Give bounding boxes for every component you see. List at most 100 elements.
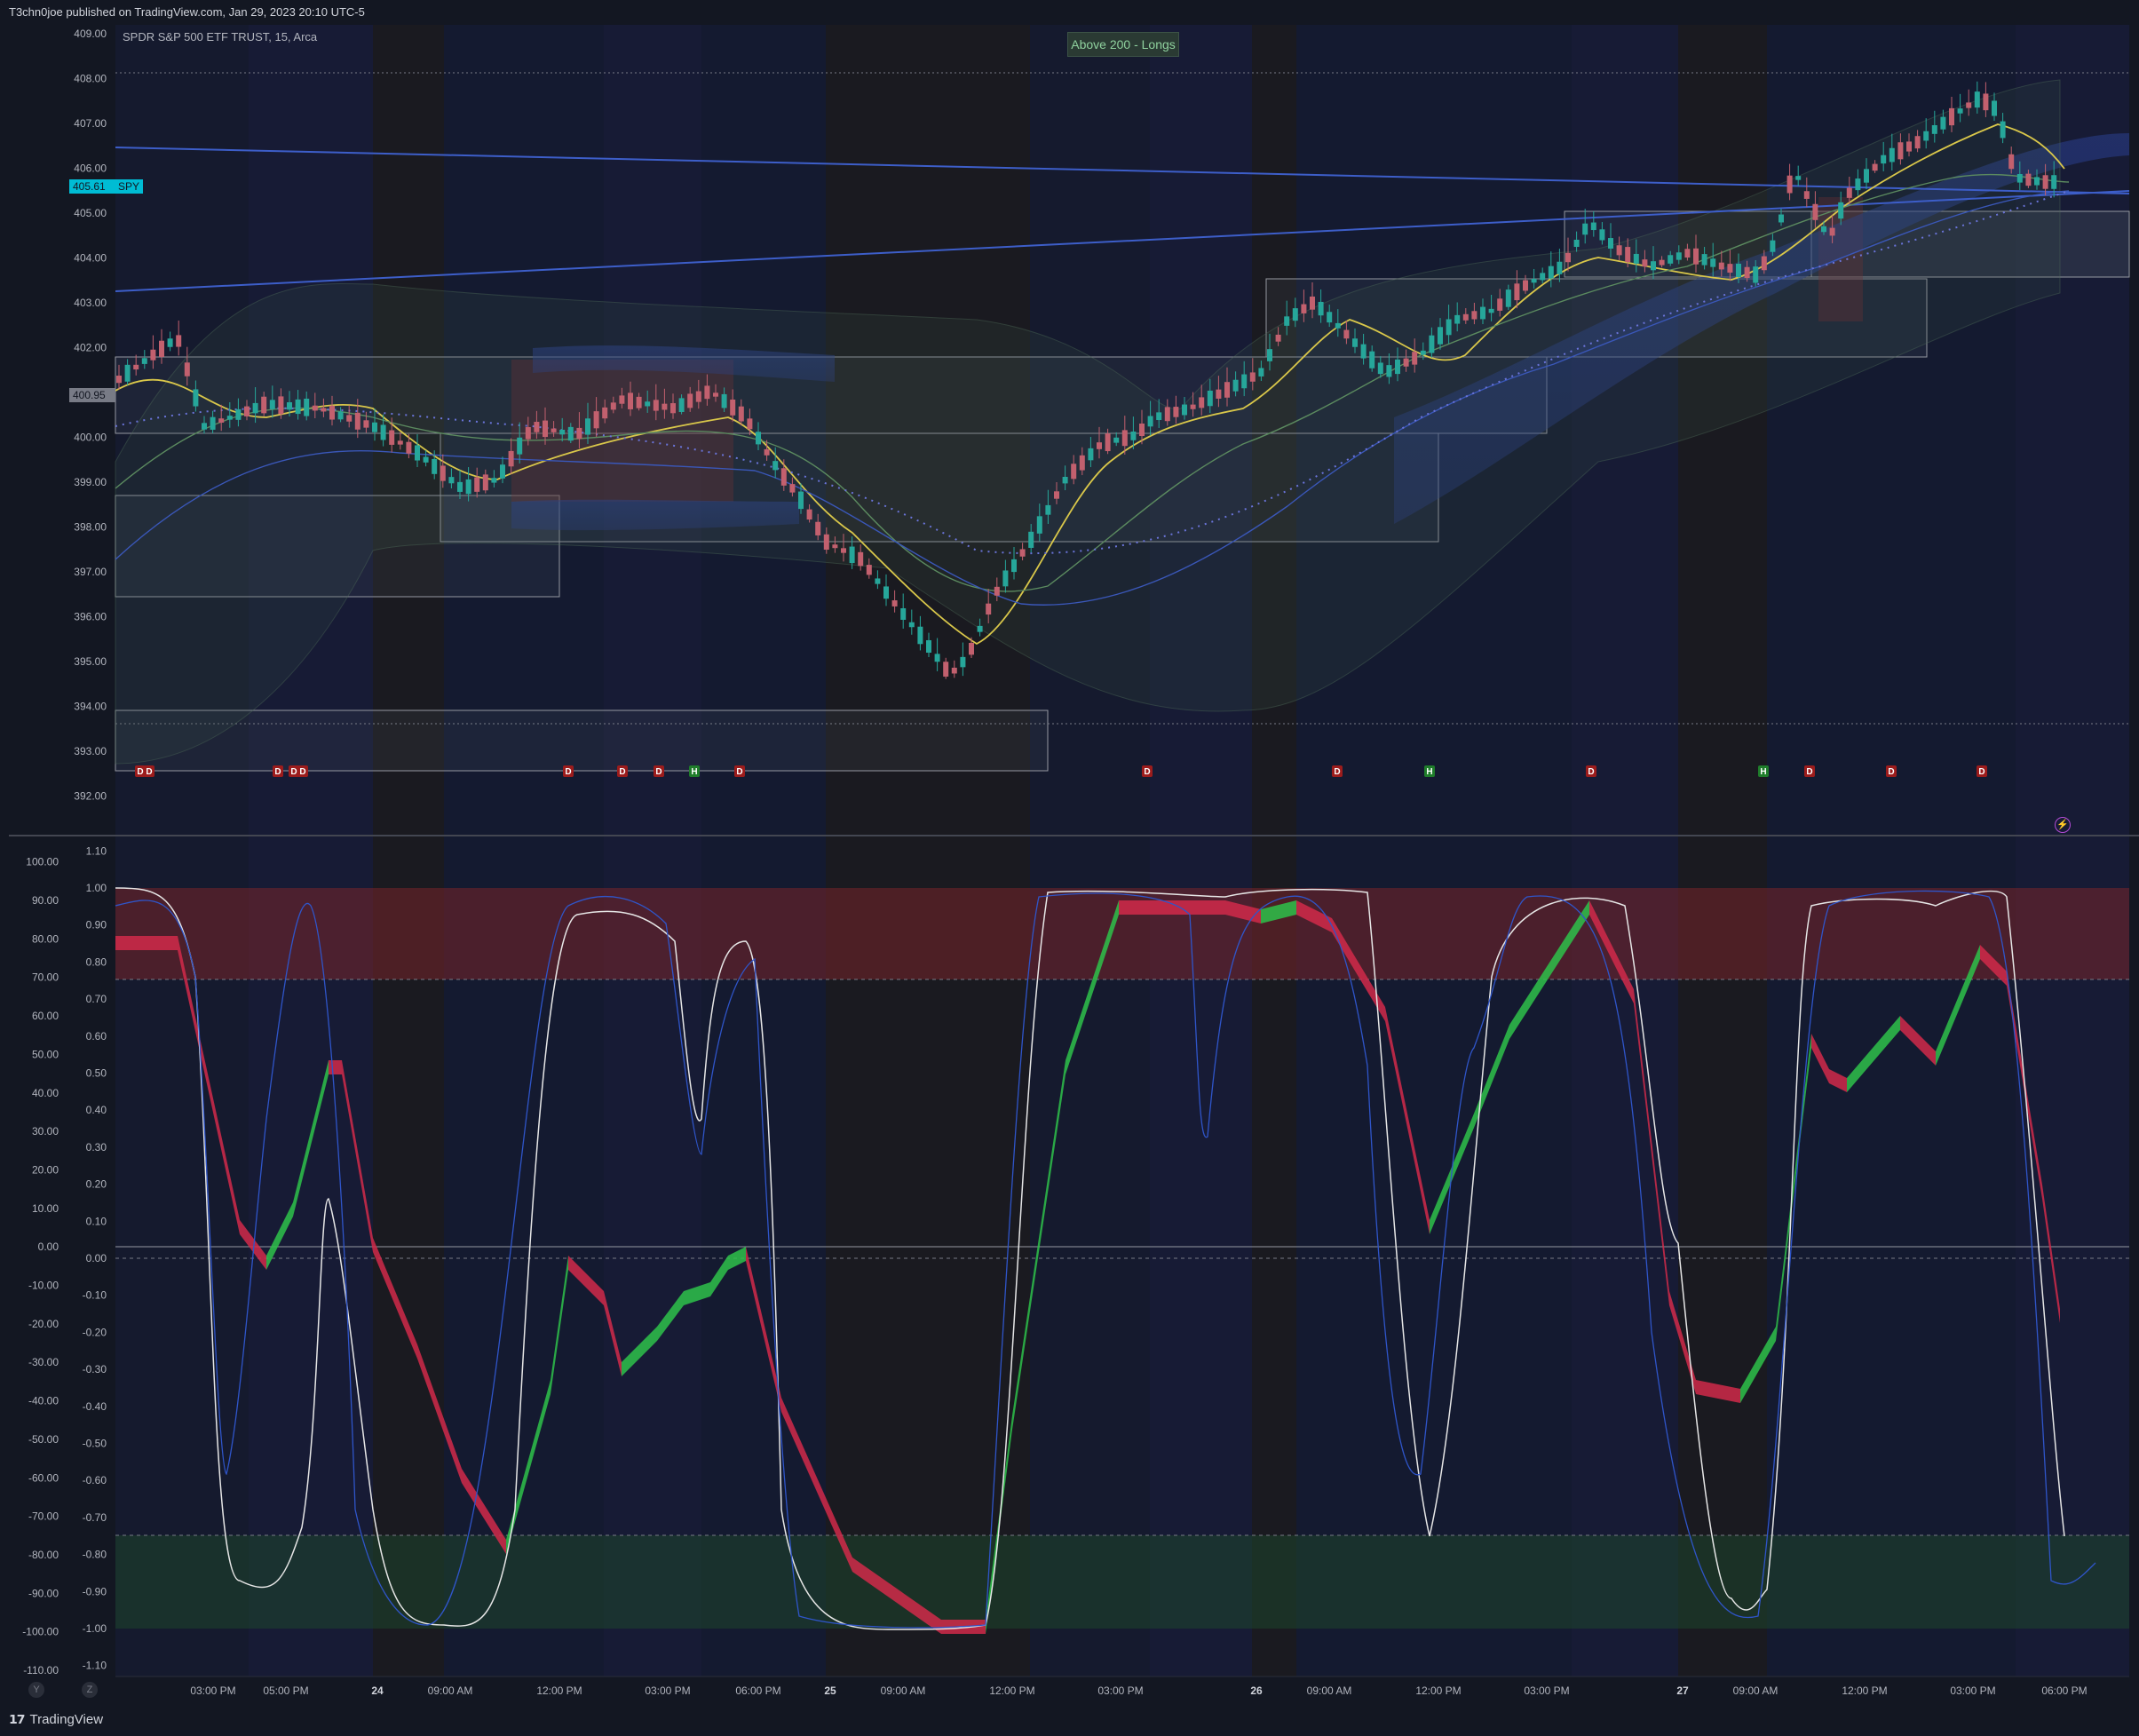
- candle-body: [1846, 187, 1852, 198]
- candle-body: [1693, 248, 1699, 265]
- momentum-ribbon-segment: [329, 1060, 342, 1074]
- candle-body: [1045, 504, 1051, 515]
- candle-body: [167, 338, 173, 347]
- candle-body: [994, 586, 1000, 596]
- osc-left-axis-label: -0.20: [83, 1326, 107, 1338]
- candle-body: [1310, 296, 1315, 310]
- candle-body: [363, 420, 369, 428]
- price-axis-label: 409.00: [74, 28, 107, 40]
- candle-body: [1011, 559, 1017, 573]
- candle-body: [1779, 214, 1784, 223]
- alert-lightning-icon[interactable]: ⚡: [2055, 817, 2071, 833]
- marker-label: D: [655, 767, 662, 777]
- marker-label: D: [1806, 767, 1812, 777]
- toggle-z-button[interactable]: Z: [82, 1682, 98, 1698]
- chart-canvas[interactable]: 409.00 408.00 407.00 406.00 405.00 404.00 403.…: [0, 0, 2139, 1736]
- candle-body: [1002, 570, 1009, 587]
- toggle-y-button[interactable]: Y: [28, 1682, 44, 1698]
- candle-body: [849, 546, 855, 564]
- marker-label: H: [1760, 767, 1766, 777]
- candle-body: [960, 656, 966, 668]
- divergence-marker: D: [563, 765, 574, 777]
- candle-body: [1036, 516, 1042, 534]
- time-axis-label: 03:00 PM: [190, 1684, 235, 1697]
- divergence-marker: D: [1804, 765, 1815, 777]
- marker-label: D: [1888, 767, 1894, 777]
- candle-body: [1284, 316, 1290, 326]
- candle-body: [1071, 464, 1077, 480]
- candle-body: [1949, 107, 1954, 126]
- sr-zone-box: [115, 709, 1049, 772]
- candle-body: [1156, 412, 1162, 421]
- candle-body: [1872, 163, 1878, 171]
- candle-body: [312, 405, 318, 411]
- osc-right-axis-label: -80.00: [28, 1549, 59, 1561]
- candle-body: [841, 548, 846, 553]
- candle-body: [1224, 382, 1230, 398]
- osc-left-axis-label: -0.90: [83, 1585, 107, 1597]
- candle-body: [1940, 116, 1946, 130]
- osc-left-axis-label: 0.00: [86, 1252, 107, 1264]
- candle-body: [2025, 173, 2032, 186]
- osc-right-axis-label: -40.00: [28, 1395, 59, 1407]
- candle-body: [551, 428, 557, 432]
- candle-body: [1505, 289, 1511, 307]
- price-axis-label: 404.00: [74, 252, 107, 265]
- candle-body: [1207, 390, 1213, 407]
- marker-label: D: [146, 767, 152, 777]
- candle-body: [1130, 432, 1137, 440]
- pane-divider[interactable]: [9, 835, 2139, 836]
- candle-body: [678, 398, 685, 413]
- candle-body: [329, 405, 335, 420]
- candle-body: [1633, 253, 1639, 264]
- candle-body: [1548, 266, 1554, 279]
- candle-body: [1829, 227, 1835, 236]
- price-axis-label: 405.00: [74, 207, 107, 219]
- osc-left-axis-label: -0.10: [83, 1289, 107, 1302]
- price-axis-label: 408.00: [74, 73, 107, 85]
- osc-left-axis-label: -1.10: [83, 1660, 107, 1672]
- candle-body: [764, 448, 770, 456]
- candle-body: [1761, 256, 1767, 271]
- divergence-marker: D: [1886, 765, 1897, 777]
- candle-body: [1062, 476, 1068, 484]
- candle-body: [534, 422, 540, 432]
- candle-body: [1471, 311, 1477, 320]
- time-axis-label: 03:00 PM: [645, 1684, 690, 1697]
- osc-left-axis-label: 0.60: [86, 1030, 107, 1042]
- candle-body: [440, 465, 446, 481]
- candle-body: [645, 401, 651, 407]
- tradingview-chart-screenshot: T3chn0joe published on TradingView.com, …: [0, 0, 2139, 1736]
- candle-body: [1028, 531, 1034, 548]
- tradingview-logo[interactable]: 𝟭𝟳 TradingView: [9, 1712, 103, 1727]
- price-axis-label: 402.00: [74, 342, 107, 354]
- oscillator-axis: 1.10 1.00 0.90 0.80 0.70 0.60 0.50 0.40 0.30 0.20…: [22, 844, 107, 1677]
- price-axis-label: 399.00: [74, 476, 107, 488]
- candle-body: [1019, 549, 1026, 557]
- candle-body: [610, 402, 616, 410]
- marker-label: H: [1426, 767, 1432, 777]
- candle-body: [1412, 352, 1418, 365]
- divergence-marker: H: [689, 765, 700, 777]
- price-axis-label: 392.00: [74, 790, 107, 803]
- candle-body: [448, 477, 455, 484]
- candle-body: [1480, 306, 1485, 320]
- candle-body: [908, 622, 915, 628]
- time-axis-label: 26: [1250, 1684, 1263, 1697]
- marker-label: H: [691, 767, 697, 777]
- candle-body: [1105, 433, 1111, 452]
- price-axis-label: 395.00: [74, 655, 107, 668]
- candle-body: [397, 440, 403, 445]
- candle-body: [823, 534, 829, 551]
- candle-body: [602, 407, 608, 419]
- osc-left-axis-label: -0.80: [83, 1549, 107, 1561]
- symbol-legend[interactable]: SPDR S&P 500 ETF TRUST, 15, Arca: [123, 30, 317, 44]
- candle-body: [1812, 203, 1818, 220]
- price-axis-label: 400.00: [74, 432, 107, 444]
- candle-body: [780, 468, 787, 486]
- candle-body: [1531, 279, 1537, 283]
- candle-body: [432, 458, 438, 474]
- candle-body: [1744, 266, 1750, 279]
- candle-body: [1540, 273, 1546, 281]
- candle-body: [1565, 252, 1571, 263]
